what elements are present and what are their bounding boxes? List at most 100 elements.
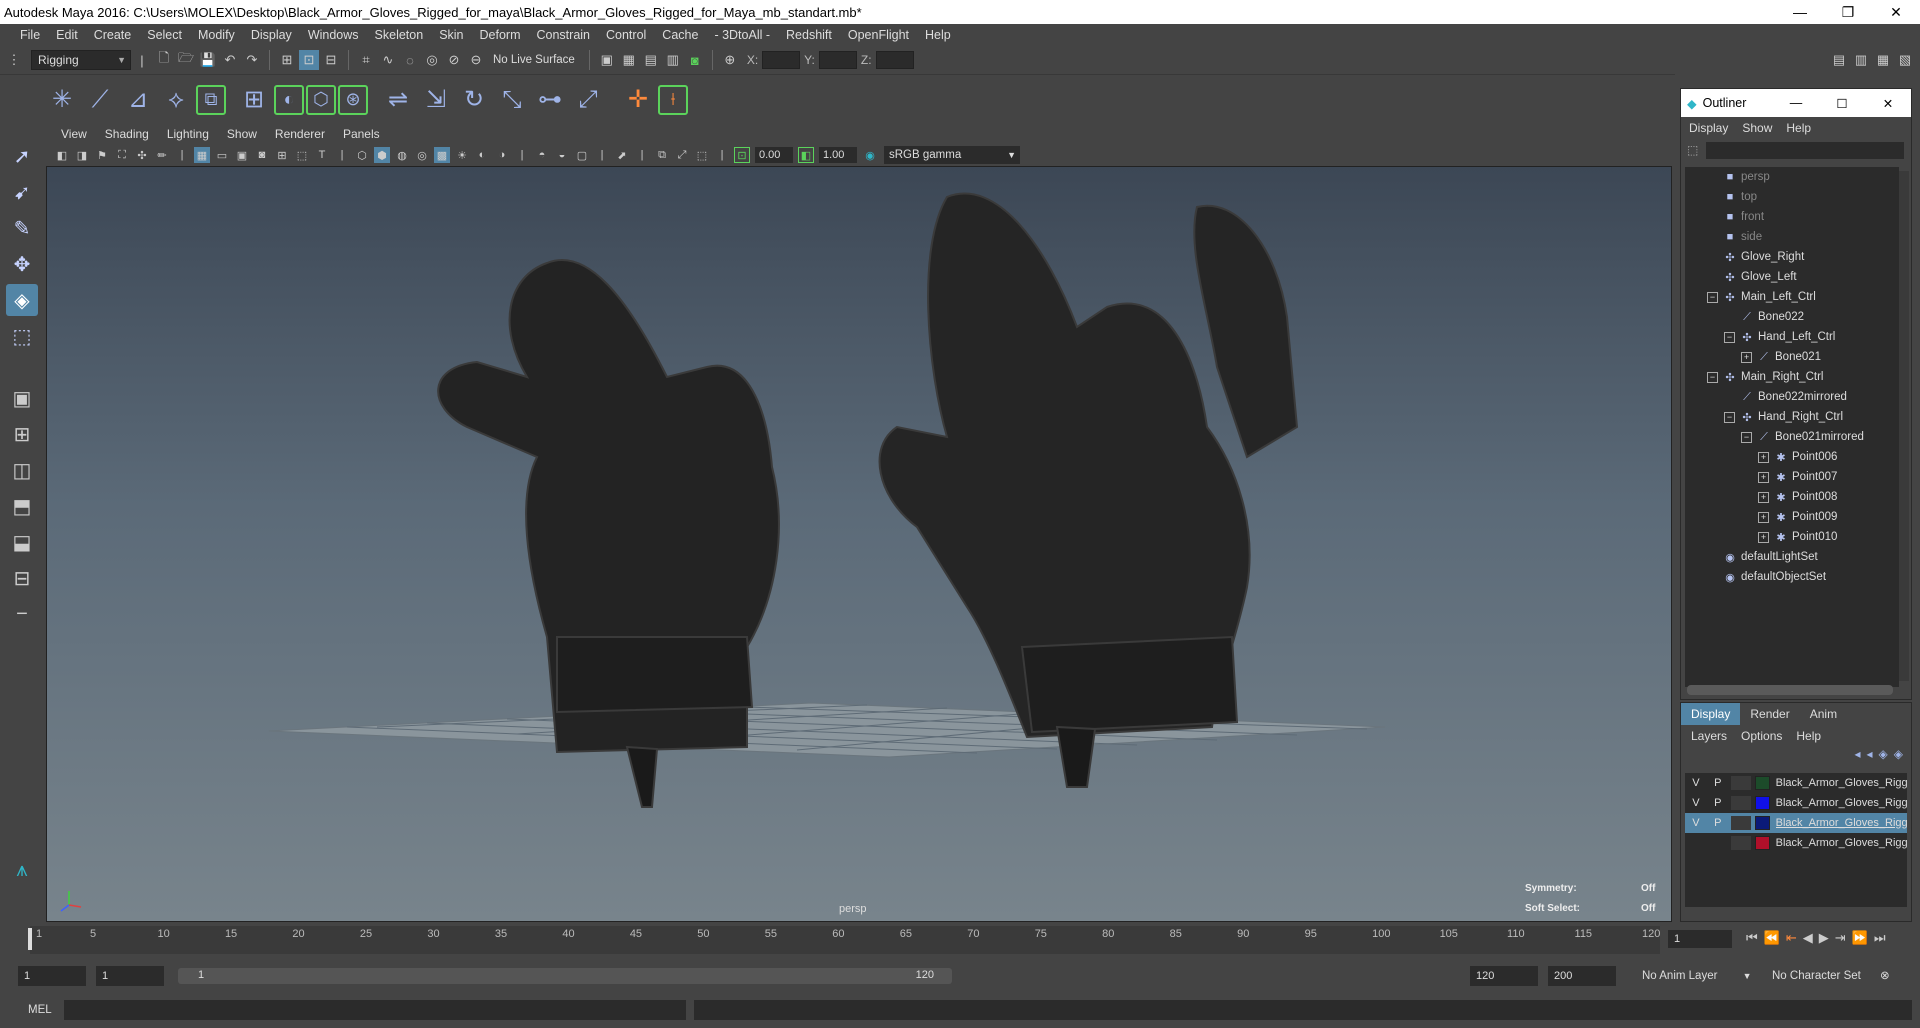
step-forward-key-icon[interactable]: ⏩ <box>1852 930 1868 946</box>
collapse-handle-icon[interactable]: | <box>132 50 152 70</box>
outliner-item[interactable]: ✣ Glove_Left <box>1685 267 1899 287</box>
safe-action-icon[interactable]: ⬚ <box>294 147 310 163</box>
field-chart-icon[interactable]: ⊞ <box>274 147 290 163</box>
transform-input-icon[interactable]: ⊕ <box>720 50 740 70</box>
set-driven-key-icon[interactable]: ⟊ <box>658 84 688 115</box>
color-space-dropdown[interactable]: sRGB gamma ▼ <box>884 146 1020 164</box>
outliner-maximize-button[interactable]: ☐ <box>1819 96 1865 111</box>
2d-pan-icon[interactable]: ✣ <box>134 147 150 163</box>
outliner-item[interactable]: + ✱ Point007 <box>1685 467 1899 487</box>
isolate-select-icon[interactable]: ⬈ <box>614 147 630 163</box>
menu-3dtoall[interactable]: - 3DtoAll - <box>706 28 778 42</box>
paint-weights-icon[interactable]: ◐ <box>274 84 304 115</box>
color-management-icon[interactable]: ◉ <box>862 147 878 163</box>
camera-select-icon[interactable]: ◧ <box>54 147 70 163</box>
layout-single-icon[interactable]: ▣ <box>6 382 38 414</box>
outliner-item[interactable]: ■ side <box>1685 227 1899 247</box>
outliner-item[interactable]: ◉ defaultObjectSet <box>1685 567 1899 587</box>
menuset-dropdown[interactable]: Rigging ▼ <box>31 50 131 70</box>
menu-cache[interactable]: Cache <box>654 28 706 42</box>
outliner-item[interactable]: − ✣ Main_Left_Ctrl <box>1685 287 1899 307</box>
outliner-item[interactable]: + ⟋ Bone021 <box>1685 347 1899 367</box>
minimize-button[interactable]: — <box>1776 0 1824 24</box>
grease-pencil-icon[interactable]: ✏ <box>154 147 170 163</box>
collapse-icon[interactable]: − <box>1707 371 1718 383</box>
expand-icon[interactable]: + <box>1758 511 1769 523</box>
layer-tab-display[interactable]: Display <box>1681 703 1741 725</box>
tool-settings-icon[interactable]: ▥ <box>1851 50 1871 70</box>
cluster-icon[interactable]: ⊛ <box>338 84 368 115</box>
z-field[interactable] <box>875 51 914 69</box>
locator-icon[interactable]: ✛ <box>620 82 656 118</box>
select-tool-icon[interactable]: ➚ <box>6 140 38 172</box>
playback-start-field[interactable]: 1 <box>96 966 164 986</box>
paint-select-icon[interactable]: ✎ <box>6 212 38 244</box>
ipr-render-icon[interactable]: ▤ <box>641 50 661 70</box>
exposure-field[interactable]: 1.00 <box>819 147 857 163</box>
layer-menu-help[interactable]: Help <box>1796 729 1835 743</box>
layer-color-swatch[interactable] <box>1754 816 1770 830</box>
layer-row[interactable]: V P Black_Armor_Gloves_Rigg <box>1685 813 1907 833</box>
layer-display-type[interactable] <box>1730 836 1751 850</box>
time-slider-track[interactable]: 1 5 10 15 20 25 30 35 40 45 50 55 60 65 70 75 80 85 90 95 10… <box>30 926 1660 954</box>
expand-icon[interactable]: + <box>1758 451 1769 463</box>
menu-help[interactable]: Help <box>917 28 959 42</box>
character-set-dropdown[interactable]: No Character Set <box>1772 966 1861 986</box>
layout-hypershade-icon[interactable]: ⬓ <box>6 526 38 558</box>
layer-playback-toggle[interactable]: P <box>1707 797 1729 809</box>
motion-blur-icon[interactable]: ◒ <box>554 147 570 163</box>
exposure-icon[interactable]: ◧ <box>798 147 814 163</box>
aim-constraint-icon[interactable]: ⊶ <box>532 82 568 118</box>
play-backward-icon[interactable]: ◀ <box>1803 930 1813 946</box>
ik-handle-icon[interactable]: ⊿ <box>120 82 156 118</box>
layer-row[interactable]: Black_Armor_Gloves_Rigg <box>1685 833 1907 853</box>
script-language-label[interactable]: MEL <box>0 1004 60 1016</box>
anti-alias-icon[interactable]: ▢ <box>574 147 590 163</box>
viewport-menu-show[interactable]: Show <box>218 127 266 141</box>
joint-tool-icon[interactable]: ✳ <box>44 82 80 118</box>
camera-attr-icon[interactable]: ◨ <box>74 147 90 163</box>
snap-view-icon[interactable]: ◎ <box>422 50 442 70</box>
menu-modify[interactable]: Modify <box>190 28 243 42</box>
collapse-icon[interactable]: − <box>1707 291 1718 303</box>
outliner-menu-help[interactable]: Help <box>1786 121 1825 135</box>
range-slider-bar[interactable]: 1 120 <box>178 968 952 984</box>
render-view-icon[interactable]: ▣ <box>597 50 617 70</box>
auto-key-icon[interactable]: ⊗ <box>1880 966 1890 986</box>
orient-constraint-icon[interactable]: ↻ <box>456 82 492 118</box>
outliner-item[interactable]: ■ persp <box>1685 167 1899 187</box>
x-field[interactable] <box>762 51 801 69</box>
select-component-icon[interactable]: ⊟ <box>321 50 341 70</box>
menu-control[interactable]: Control <box>598 28 654 42</box>
viewport-menu-lighting[interactable]: Lighting <box>158 127 218 141</box>
use-lights-icon[interactable]: ▩ <box>434 147 450 163</box>
outliner-search-field[interactable] <box>1706 141 1905 159</box>
step-forward-frame-icon[interactable]: ⇥ <box>1835 930 1846 946</box>
menu-redshift[interactable]: Redshift <box>778 28 840 42</box>
outliner-item[interactable]: − ✣ Hand_Right_Ctrl <box>1685 407 1899 427</box>
select-object-icon[interactable]: ⊡ <box>299 50 319 70</box>
go-to-end-icon[interactable]: ⏭ <box>1874 930 1886 946</box>
ik-spline-icon[interactable]: ⟡ <box>158 82 194 118</box>
scale-tool-icon[interactable]: ⬚ <box>6 320 38 352</box>
layer-visibility-toggle[interactable]: V <box>1685 817 1707 829</box>
hud-icon[interactable]: ⧉ <box>654 147 670 163</box>
hypershade-icon[interactable]: ◙ <box>685 50 705 70</box>
outliner-item[interactable]: − ✣ Main_Right_Ctrl <box>1685 367 1899 387</box>
snap-grid-icon[interactable]: ⌗ <box>356 50 376 70</box>
layer-row[interactable]: V P Black_Armor_Gloves_Rigg <box>1685 773 1907 793</box>
command-input[interactable] <box>64 1000 686 1020</box>
parent-constraint-icon[interactable]: ⇌ <box>380 82 416 118</box>
layer-tab-render[interactable]: Render <box>1740 703 1799 725</box>
layer-menu-layers[interactable]: Layers <box>1691 729 1741 743</box>
move-layer-up-icon[interactable]: ◂ <box>1854 747 1860 767</box>
layout-four-icon[interactable]: ⊞ <box>6 418 38 450</box>
go-to-start-icon[interactable]: ⏮ <box>1746 930 1758 946</box>
menu-file[interactable]: File <box>12 28 48 42</box>
current-time-marker[interactable] <box>28 928 32 950</box>
textured-icon[interactable]: ◎ <box>414 147 430 163</box>
move-layer-down-icon[interactable]: ◂ <box>1867 747 1873 767</box>
outliner-hscrollbar[interactable] <box>1687 685 1893 695</box>
near-clip-icon[interactable]: ⊡ <box>734 147 750 163</box>
layer-playback-toggle[interactable]: P <box>1707 777 1729 789</box>
